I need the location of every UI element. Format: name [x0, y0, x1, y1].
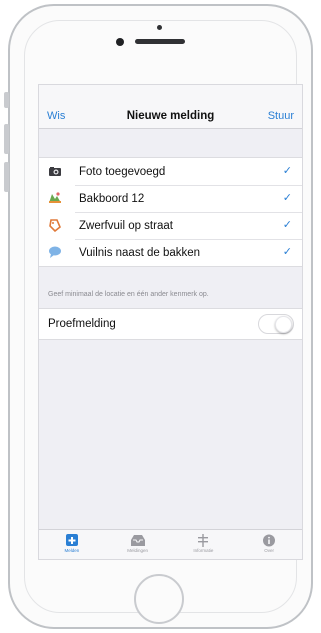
earpiece-speaker	[135, 39, 185, 44]
tab-meldingen[interactable]: Meldingen	[105, 530, 171, 559]
list-item-label: Bakboord 12	[79, 193, 145, 205]
list-item-label: Vuilnis naast de bakken	[79, 247, 201, 259]
inbox-icon	[130, 535, 145, 546]
signpost-icon	[198, 534, 209, 547]
list-item-description[interactable]: Vuilnis naast de bakken ✓	[39, 239, 302, 266]
tab-informatie[interactable]: Informatie	[171, 530, 237, 559]
map-icon	[49, 192, 61, 203]
test-report-group: Proefmelding	[39, 308, 302, 340]
list-item-label: Foto toegevoegd	[79, 166, 166, 178]
tab-melden[interactable]: Melden	[39, 530, 105, 559]
plus-square-icon	[65, 534, 78, 546]
tab-label: Melden	[64, 548, 80, 553]
volume-up-button	[4, 124, 9, 154]
hint-text: Geef minimaal de locatie en één ander ke…	[48, 291, 209, 298]
tab-bar: Melden Meldingen Informatie Over	[39, 529, 302, 559]
report-details-list: Foto toegevoegd ✓ Bakboord 12 ✓ Zwerfvui…	[39, 157, 302, 267]
proximity-sensor	[157, 25, 162, 30]
navigation-bar: Wis Nieuwe melding Stuur	[39, 85, 302, 129]
volume-down-button	[4, 162, 9, 192]
tag-icon	[49, 219, 61, 232]
tab-label: Informatie	[193, 548, 214, 553]
mute-switch	[4, 92, 9, 108]
home-button[interactable]	[134, 574, 184, 624]
page-title: Nieuwe melding	[126, 110, 215, 122]
camera-icon	[49, 167, 61, 176]
tab-label: Meldingen	[127, 548, 148, 553]
list-item-label: Zwerfvuil op straat	[79, 220, 173, 232]
toggle-knob	[275, 316, 292, 333]
test-report-row: Proefmelding	[39, 309, 302, 339]
app-screen: Wis Nieuwe melding Stuur Foto toegevoegd…	[38, 84, 303, 560]
front-camera	[116, 38, 124, 46]
send-button[interactable]: Stuur	[268, 110, 294, 122]
checkmark-icon: ✓	[282, 246, 292, 258]
checkmark-icon: ✓	[282, 192, 292, 204]
tab-label: Over	[264, 548, 274, 553]
list-item-photo[interactable]: Foto toegevoegd ✓	[39, 158, 302, 185]
test-report-label: Proefmelding	[48, 318, 116, 330]
info-icon	[263, 534, 276, 547]
checkmark-icon: ✓	[282, 219, 292, 231]
checkmark-icon: ✓	[282, 165, 292, 177]
test-report-toggle[interactable]	[258, 314, 294, 334]
speech-bubble-icon	[49, 246, 61, 258]
tab-over[interactable]: Over	[236, 530, 302, 559]
list-item-category[interactable]: Zwerfvuil op straat ✓	[39, 212, 302, 239]
list-item-location[interactable]: Bakboord 12 ✓	[39, 185, 302, 212]
